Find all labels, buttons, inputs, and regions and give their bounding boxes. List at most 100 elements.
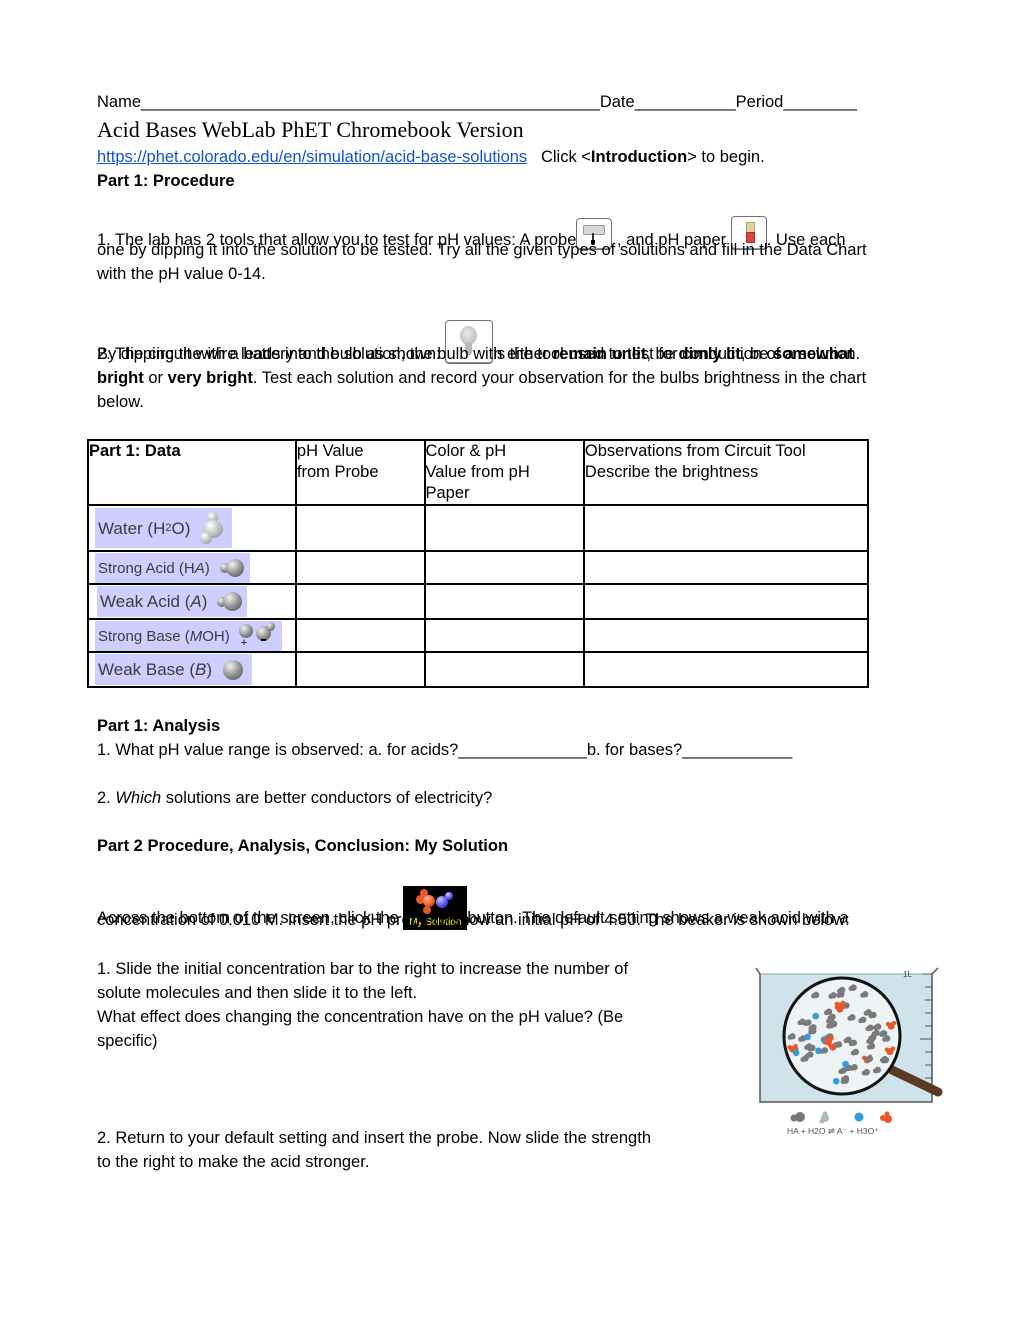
probe-value-cell[interactable] — [294, 550, 426, 585]
date-field[interactable]: Date___________ — [600, 93, 736, 111]
label-text: Water (H — [98, 518, 166, 538]
table-row: Weak Base (B) — [87, 651, 870, 688]
equilibrium-equation: HA + H2O ⇌ A⁻ + H3O⁺ — [787, 1126, 879, 1136]
label-text: Weak Acid ( — [100, 592, 191, 611]
observation-cell[interactable] — [582, 618, 870, 653]
step2-text: , be — [646, 345, 679, 363]
ha-particle — [810, 1027, 817, 1035]
ha-particle — [869, 1034, 877, 1041]
ha-particle — [827, 1022, 835, 1029]
beaker-svg: 1L HA + H2O ⇌ A⁻ + H3O⁺ — [755, 967, 943, 1136]
legend-icons — [790, 1111, 892, 1124]
ha-particle — [849, 1014, 856, 1021]
ha-particle — [835, 1041, 843, 1048]
step2-line4: below. — [97, 393, 144, 411]
ha-particle — [867, 1024, 874, 1031]
ha-particle — [851, 1064, 858, 1071]
strong-base-label: Strong Base (M OH) + — [95, 621, 282, 651]
strong-acid-molecule-icon — [218, 558, 246, 578]
observation-cell[interactable] — [582, 651, 870, 688]
step2-text: , be — [740, 345, 773, 363]
analysis-question-2: 2. Which solutions are better conductors… — [97, 788, 492, 808]
somewhat-label: somewhat — [772, 345, 854, 363]
ha-particle — [870, 1011, 877, 1019]
table-row: Water (H 2 O) — [87, 504, 870, 552]
ha-particle — [830, 992, 837, 999]
header-cell-observations: Observations from Circuit Tool Describe t… — [582, 439, 870, 506]
part2-q1-line1: 1. Slide the initial concentration bar t… — [97, 960, 629, 978]
ha-particle — [838, 986, 846, 994]
paper-value-cell[interactable] — [423, 550, 585, 585]
weak-acid-molecule-icon — [215, 591, 243, 613]
label-text: ) — [201, 592, 208, 611]
solution-cell-weak-acid: Weak Acid (A) — [87, 583, 297, 620]
strong-acid-label: Strong Acid (H A) — [95, 553, 250, 583]
a-minus-particle — [842, 1060, 849, 1068]
label-italic: B — [195, 660, 207, 679]
paper-value-cell[interactable] — [423, 583, 585, 620]
h3o-particle — [891, 1020, 897, 1026]
probe-value-cell[interactable] — [294, 651, 426, 688]
data-table: Part 1: Data pH Value from Probe Color & … — [87, 439, 870, 688]
header-line: Name____________________________________… — [97, 92, 857, 112]
probe-value-cell[interactable] — [294, 504, 426, 552]
bright-label: bright — [97, 369, 144, 387]
header-text: Paper — [425, 484, 470, 502]
ha-particle — [809, 1044, 816, 1052]
page-title: Acid Bases WebLab PhET Chromebook Versio… — [97, 117, 524, 142]
name-field[interactable]: Name____________________________________… — [97, 93, 600, 111]
h3o-particle — [840, 1000, 846, 1006]
step2-line2: By dipping the wire leads into the solut… — [97, 344, 854, 364]
observation-cell[interactable] — [582, 583, 870, 620]
probe-value-cell[interactable] — [294, 618, 426, 653]
strong-base-molecule-icon: + — [238, 622, 278, 650]
intro-line: https://phet.colorado.edu/en/simulation/… — [97, 147, 765, 167]
ha-particle — [863, 1068, 870, 1076]
step1-line2: one by dipping it into the solution to b… — [97, 241, 867, 259]
ha-particle — [860, 1016, 867, 1023]
solution-cell-water: Water (H 2 O) — [87, 504, 297, 552]
probe-value-cell[interactable] — [294, 583, 426, 620]
part2-q2-line2: to the right to make the acid stronger. — [97, 1153, 370, 1171]
observation-cell[interactable] — [582, 504, 870, 552]
label-text: ) — [204, 559, 210, 577]
analysis-question-1: 1. What pH value range is observed: a. f… — [97, 741, 793, 759]
label-text: Weak Base ( — [98, 660, 196, 679]
ha-particle — [829, 1013, 836, 1021]
header-text: from Probe — [296, 463, 379, 481]
h3o-particle — [793, 1044, 798, 1049]
click-prefix: Click < — [540, 148, 591, 166]
ha-particle — [850, 984, 857, 991]
ha-particle — [880, 1030, 888, 1037]
phet-link[interactable]: https://phet.colorado.edu/en/simulation/… — [97, 148, 527, 166]
q2-text: 2. — [97, 789, 116, 807]
dimly-lit-label: dimly lit — [678, 345, 741, 363]
period-field[interactable]: Period________ — [736, 93, 857, 111]
paper-value-cell[interactable] — [423, 504, 585, 552]
paper-value-cell[interactable] — [423, 618, 585, 653]
water-molecule-icon — [198, 510, 228, 546]
ha-particle — [868, 1042, 876, 1050]
step2-text: . Test each solution and record your obs… — [252, 369, 867, 387]
part2-q2-line1: 2. Return to your default setting and in… — [97, 1129, 651, 1147]
ha-particle — [842, 1077, 849, 1084]
header-text: Value from pH — [425, 463, 530, 481]
weak-base-label: Weak Base (B) — [95, 654, 253, 685]
weak-acid-label: Weak Acid (A) — [97, 586, 248, 617]
h3o-particle — [834, 1001, 840, 1007]
paper-value-cell[interactable] — [423, 651, 585, 688]
ha-particle — [850, 1039, 857, 1046]
ha-particle — [789, 1033, 796, 1040]
very-bright-label: very bright — [167, 369, 253, 387]
h3o-particle — [787, 1045, 792, 1050]
observation-cell[interactable] — [582, 550, 870, 585]
header-cell-paper: Color & pH Value from pH Paper — [423, 439, 585, 506]
ha-particle — [861, 991, 869, 998]
table-row: Strong Acid (H A) — [87, 550, 870, 585]
h3o-particle — [885, 1021, 891, 1027]
header-cell-probe: pH Value from Probe — [294, 439, 426, 506]
a-minus-particle — [832, 1077, 840, 1085]
table-row: Weak Acid (A) — [87, 583, 870, 620]
weak-base-molecule-icon — [222, 659, 248, 681]
table-header-row: Part 1: Data pH Value from Probe Color & … — [87, 439, 870, 506]
